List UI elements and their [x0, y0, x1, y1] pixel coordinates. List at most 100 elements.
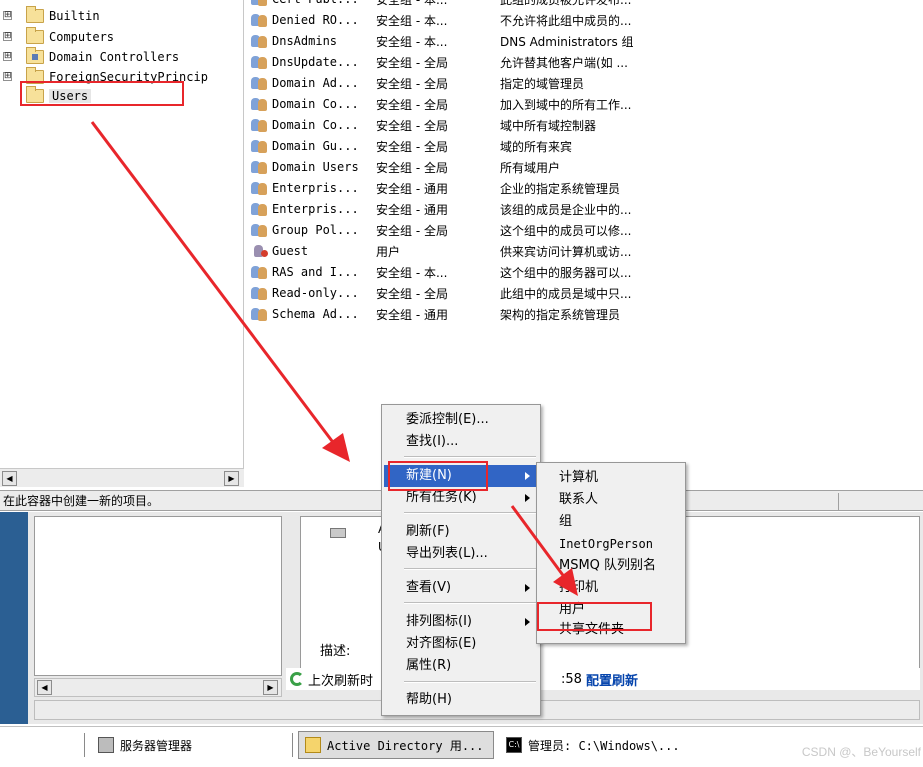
- list-row[interactable]: Enterpris... 安全组 - 通用 该组的成员是企业中的...: [250, 199, 910, 219]
- submenu-item-inetorgperson[interactable]: InetOrgPerson: [539, 533, 683, 555]
- ou-folder-icon: [26, 47, 44, 64]
- annotation-box-new: [388, 461, 488, 491]
- taskbar-server-manager[interactable]: 服务器管理器: [92, 731, 288, 759]
- taskbar: 服务器管理器 Active Directory 用... C:\ 管理员: C:…: [0, 726, 923, 767]
- list-name-cell: Schema Ad...: [250, 307, 376, 321]
- object-type: 安全组 - 全局: [376, 160, 448, 175]
- context-menu: 委派控制(E)... 查找(I)... 新建(N) 所有任务(K) 刷新(F) …: [381, 404, 541, 716]
- group-icon: [250, 202, 270, 216]
- menu-item-export-list[interactable]: 导出列表(L)...: [384, 543, 538, 565]
- group-icon: [250, 13, 270, 27]
- list-row[interactable]: RAS and I... 安全组 - 本... 这个组中的服务器可以...: [250, 262, 910, 282]
- list-row[interactable]: DnsAdmins 安全组 - 本... DNS Administrators 组: [250, 31, 910, 51]
- list-row[interactable]: Domain Gu... 安全组 - 全局 域的所有来宾: [250, 136, 910, 156]
- taskbar-label: 管理员: C:\Windows\...: [528, 738, 680, 753]
- tree-horizontal-scrollbar[interactable]: ◀ ▶: [0, 468, 244, 487]
- submenu-item-contact[interactable]: 联系人: [539, 489, 683, 511]
- group-icon: [250, 139, 270, 153]
- list-row[interactable]: Schema Ad... 安全组 - 通用 架构的指定系统管理员: [250, 304, 910, 324]
- expand-icon[interactable]: ⊞: [3, 72, 12, 81]
- menu-item-view[interactable]: 查看(V): [384, 577, 538, 599]
- taskbar-cmd[interactable]: C:\ 管理员: C:\Windows\...: [500, 731, 696, 759]
- group-icon: [250, 0, 270, 6]
- scroll-left-icon[interactable]: ◀: [2, 471, 17, 486]
- object-type: 安全组 - 全局: [376, 139, 448, 154]
- group-icon: [250, 118, 270, 132]
- lower-horizontal-scrollbar[interactable]: ◀ ▶: [34, 678, 282, 697]
- menu-item-properties[interactable]: 属性(R): [384, 655, 538, 677]
- object-name: Domain Ad...: [272, 76, 359, 90]
- list-row[interactable]: Domain Users 安全组 - 全局 所有域用户: [250, 157, 910, 177]
- list-name-cell: Domain Co...: [250, 118, 376, 132]
- submenu-item-msmq-alias[interactable]: MSMQ 队列别名: [539, 555, 683, 577]
- submenu-item-printer[interactable]: 打印机: [539, 577, 683, 599]
- object-name: Guest: [272, 244, 309, 258]
- list-row[interactable]: Domain Co... 安全组 - 全局 加入到域中的所有工作...: [250, 94, 910, 114]
- menu-separator: [404, 568, 536, 570]
- object-type: 安全组 - 本...: [376, 34, 448, 49]
- list-row[interactable]: Group Pol... 安全组 - 全局 这个组中的成员可以修...: [250, 220, 910, 240]
- object-name: RAS and I...: [272, 265, 359, 279]
- folder-icon: [26, 27, 44, 44]
- group-icon: [250, 181, 270, 195]
- menu-item-line-up-icons[interactable]: 对齐图标(E): [384, 633, 538, 655]
- menu-item-delegate-control[interactable]: 委派控制(E)...: [384, 409, 538, 431]
- object-description: 此组中的成员是域中只...: [500, 286, 632, 301]
- submenu-item-computer[interactable]: 计算机: [539, 467, 683, 489]
- configure-refresh-link[interactable]: 配置刷新: [586, 670, 638, 689]
- scroll-left-icon[interactable]: ◀: [37, 680, 52, 695]
- menu-item-refresh[interactable]: 刷新(F): [384, 521, 538, 543]
- object-description: 域的所有来宾: [500, 139, 573, 154]
- menu-item-arrange-icons[interactable]: 排列图标(I): [384, 611, 538, 633]
- scroll-right-icon[interactable]: ▶: [263, 680, 278, 695]
- list-name-cell: DnsAdmins: [250, 34, 376, 48]
- tree-item-builtin[interactable]: ⊞ Builtin: [3, 6, 100, 26]
- annotation-box-users: [20, 81, 184, 106]
- object-name: Domain Gu...: [272, 139, 359, 153]
- group-icon: [250, 34, 270, 48]
- tree-item-domain-controllers[interactable]: ⊞ Domain Controllers: [3, 47, 180, 67]
- lower-left-panel: [34, 516, 282, 676]
- expand-icon[interactable]: ⊞: [3, 32, 12, 41]
- scroll-right-icon[interactable]: ▶: [224, 471, 239, 486]
- object-description: 允许替其他客户端(如 ...: [500, 55, 628, 70]
- tree-pane: ⊞ Builtin ⊞ Computers ⊞ Domain Controlle…: [0, 0, 244, 470]
- group-icon: [250, 265, 270, 279]
- expand-icon[interactable]: ⊞: [3, 52, 12, 61]
- list-name-cell: Denied RO...: [250, 13, 376, 27]
- menu-item-help[interactable]: 帮助(H): [384, 689, 538, 711]
- list-name-cell: Domain Users: [250, 160, 376, 174]
- submenu-arrow-icon: [525, 472, 530, 480]
- status-divider: [838, 493, 839, 510]
- object-description: 供来宾访问计算机或访...: [500, 244, 632, 259]
- taskbar-divider: [84, 733, 86, 757]
- tree-item-computers[interactable]: ⊞ Computers: [3, 27, 114, 47]
- object-name: Domain Co...: [272, 118, 359, 132]
- object-type: 安全组 - 本...: [376, 13, 448, 28]
- tree-item-label: Builtin: [49, 9, 100, 23]
- object-type: 安全组 - 全局: [376, 223, 448, 238]
- object-name: DnsAdmins: [272, 34, 338, 48]
- list-row[interactable]: Denied RO... 安全组 - 本... 不允许将此组中成员的...: [250, 10, 910, 30]
- list-name-cell: Domain Gu...: [250, 139, 376, 153]
- object-type: 安全组 - 本...: [376, 265, 448, 280]
- expand-icon[interactable]: ⊞: [3, 11, 12, 20]
- object-type: 安全组 - 全局: [376, 286, 448, 301]
- list-row[interactable]: DnsUpdate... 安全组 - 全局 允许替其他客户端(如 ...: [250, 52, 910, 72]
- object-name: Cert Publ...: [272, 0, 359, 6]
- list-row[interactable]: Read-only... 安全组 - 全局 此组中的成员是域中只...: [250, 283, 910, 303]
- list-row[interactable]: Cert Publ... 安全组 - 本...此组的成员被允许发布...: [250, 0, 910, 9]
- list-row[interactable]: Enterpris... 安全组 - 通用 企业的指定系统管理员: [250, 178, 910, 198]
- list-row[interactable]: Domain Ad... 安全组 - 全局 指定的域管理员: [250, 73, 910, 93]
- submenu-arrow-icon: [525, 618, 530, 626]
- taskbar-active-directory[interactable]: Active Directory 用...: [298, 731, 494, 759]
- object-description: 指定的域管理员: [500, 76, 585, 91]
- submenu-item-group[interactable]: 组: [539, 511, 683, 533]
- list-name-cell: Enterpris...: [250, 181, 376, 195]
- tree-item-label: Domain Controllers: [49, 50, 180, 64]
- object-list: Cert Publ...安全组 - 本...此组的成员被允许发布...Denie…: [246, 0, 923, 470]
- object-description: 域中所有域控制器: [500, 118, 597, 133]
- list-row[interactable]: Domain Co... 安全组 - 全局 域中所有域控制器: [250, 115, 910, 135]
- menu-item-find[interactable]: 查找(I)...: [384, 431, 538, 453]
- list-row[interactable]: Guest 用户 供来宾访问计算机或访...: [250, 241, 910, 261]
